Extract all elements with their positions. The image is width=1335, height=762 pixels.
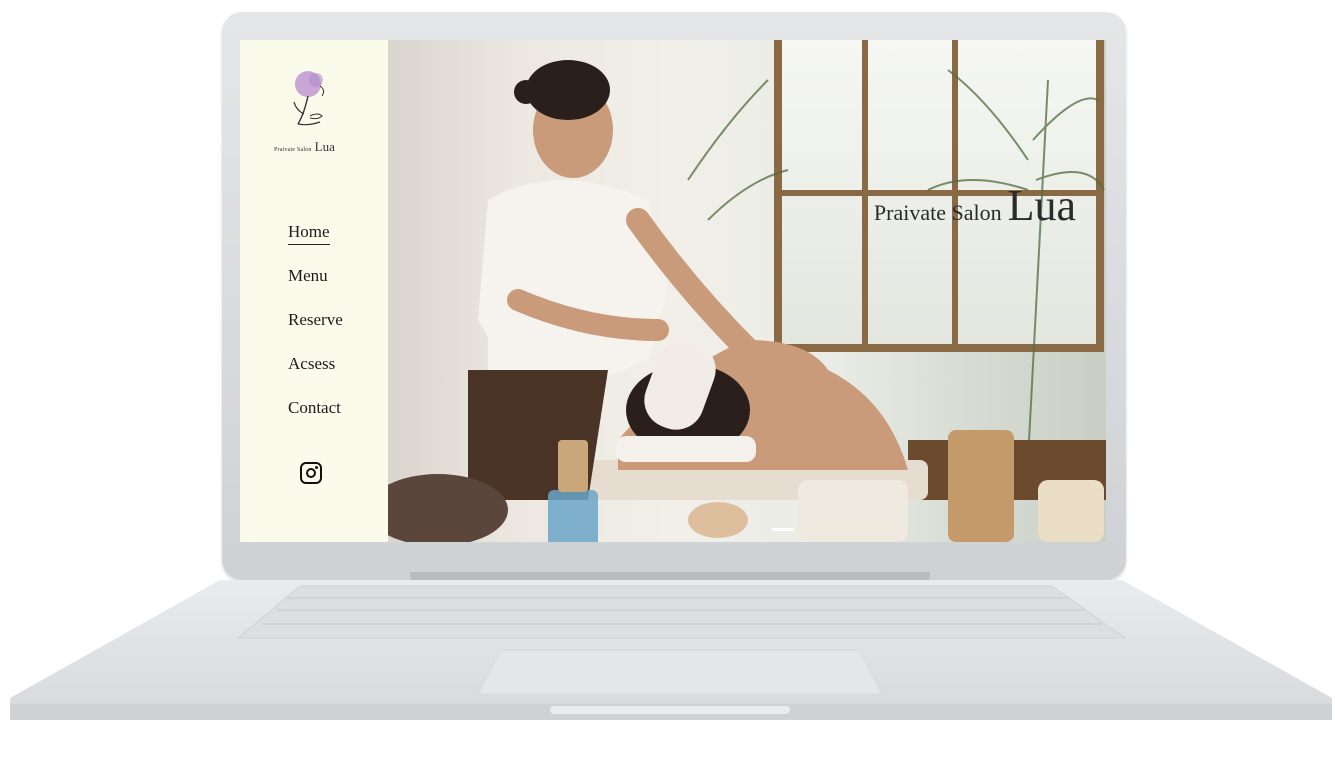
nav-item-contact[interactable]: Contact [288,398,343,442]
nav-item-label: Menu [288,266,328,285]
nav-item-menu[interactable]: Menu [288,266,343,310]
hero-title: Praivate Salon Lua [874,180,1076,231]
flower-logo-icon [293,71,325,126]
laptop-base [10,580,1332,730]
instagram-icon[interactable] [300,462,322,484]
sidebar: Praivate Salon Lua Home Menu Reserve Acse… [240,40,388,542]
nav-item-reserve[interactable]: Reserve [288,310,343,354]
hero-illustration [388,60,1106,542]
nav-item-label: Contact [288,398,341,417]
nav-item-label: Acsess [288,354,336,373]
main-nav: Home Menu Reserve Acsess Contact [288,222,343,442]
nav-item-label: Reserve [288,310,343,329]
logo-text-big: Lua [314,139,335,154]
nav-item-acsess[interactable]: Acsess [288,354,343,398]
hero-image: Praivate Salon Lua [388,40,1106,542]
nav-item-label: Home [288,222,330,245]
nav-item-home[interactable]: Home [288,222,343,266]
hero-title-small: Praivate Salon [873,200,1002,225]
hero-title-big: Lua [1007,181,1076,230]
logo-text-small: Praivate Salon [274,147,312,153]
logo-text: Praivate Salon Lua [274,138,335,156]
website-screen: Praivate Salon Lua Home Menu Reserve Acse… [240,40,1106,542]
slide-indicator[interactable] [772,528,794,531]
